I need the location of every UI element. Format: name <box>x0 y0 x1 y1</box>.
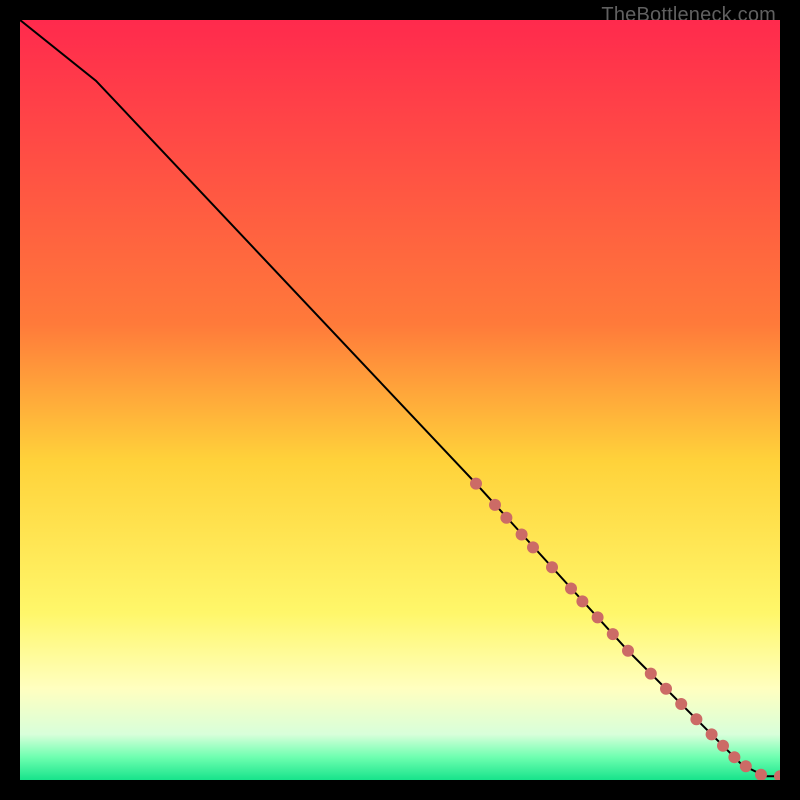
highlight-marker <box>489 499 501 511</box>
highlight-marker <box>622 645 634 657</box>
highlight-marker <box>470 478 482 490</box>
highlight-marker <box>706 728 718 740</box>
highlight-marker <box>516 529 528 541</box>
highlight-marker <box>690 713 702 725</box>
chart-area <box>20 20 780 780</box>
highlight-marker <box>607 628 619 640</box>
chart-svg <box>20 20 780 780</box>
highlight-marker <box>645 668 657 680</box>
highlight-marker <box>576 595 588 607</box>
highlight-marker <box>592 611 604 623</box>
highlight-marker <box>740 760 752 772</box>
highlight-marker <box>527 541 539 553</box>
highlight-marker <box>717 740 729 752</box>
highlight-marker <box>565 583 577 595</box>
gradient-background <box>20 20 780 780</box>
highlight-marker <box>500 512 512 524</box>
highlight-marker <box>675 698 687 710</box>
highlight-marker <box>728 751 740 763</box>
highlight-marker <box>660 683 672 695</box>
highlight-marker <box>546 561 558 573</box>
